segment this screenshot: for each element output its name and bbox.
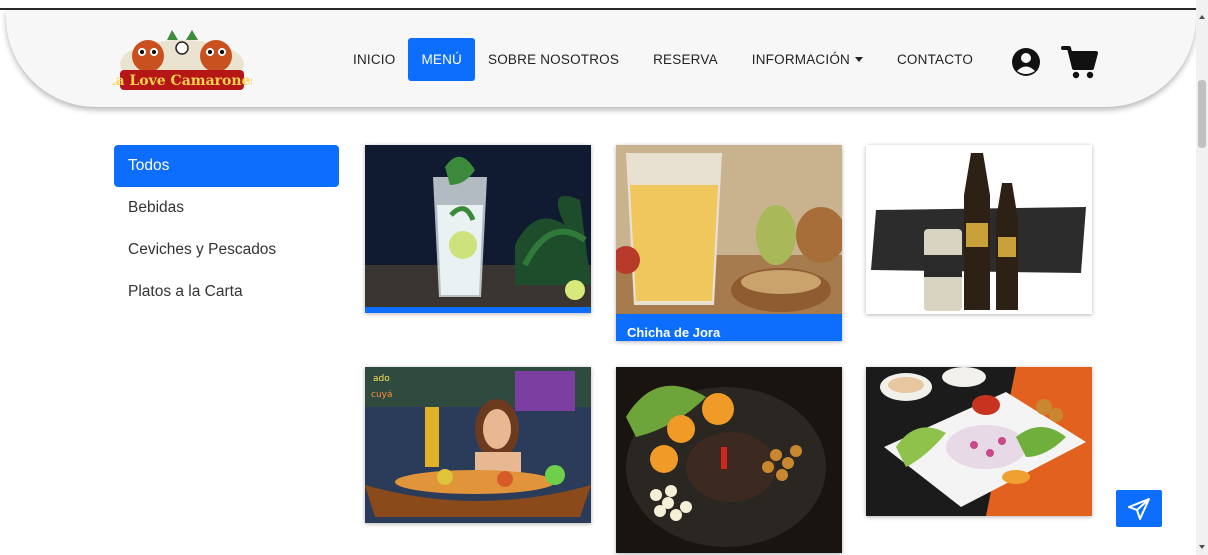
nav-informacion-dropdown[interactable]: INFORMACIÓN	[739, 38, 876, 81]
nav-sobre-nosotros[interactable]: SOBRE NOSOTROS	[475, 38, 632, 81]
category-label: Platos a la Carta	[128, 283, 243, 300]
category-bebidas[interactable]: Bebidas	[114, 187, 339, 229]
product-image	[616, 145, 842, 314]
scroll-down-arrow-icon[interactable]	[1196, 542, 1208, 552]
shopping-cart-icon[interactable]	[1061, 44, 1099, 80]
logo-text: La Love Camarones	[112, 73, 252, 89]
scroll-up-arrow-icon[interactable]	[1196, 12, 1208, 22]
restaurant-logo[interactable]: La Love Camarones	[112, 28, 252, 98]
nav-contacto[interactable]: CONTACTO	[884, 38, 986, 81]
product-card-dish-corn[interactable]	[616, 367, 842, 553]
nav-reserva[interactable]: RESERVA	[640, 38, 731, 81]
product-image: ado cuyá	[365, 367, 591, 523]
nav-inicio[interactable]: INICIO	[340, 38, 408, 81]
product-card-boat-platter[interactable]: ado cuyá	[365, 367, 591, 523]
page-scrollbar[interactable]	[1196, 0, 1208, 555]
nav-label: RESERVA	[653, 51, 718, 67]
product-card-cusquena[interactable]	[866, 145, 1092, 314]
category-platos-carta[interactable]: Platos a la Carta	[114, 271, 339, 313]
main-nav: INICIO MENÚ SOBRE NOSOTROS RESERVA INFOR…	[340, 37, 986, 81]
svg-text:cuyá: cuyá	[371, 390, 393, 400]
category-sidebar: Todos Bebidas Ceviches y Pescados Platos…	[114, 145, 339, 313]
card-accent-bar	[365, 307, 591, 313]
product-image	[866, 367, 1092, 516]
product-image	[616, 367, 842, 553]
category-ceviches-pescados[interactable]: Ceviches y Pescados	[114, 229, 339, 271]
paper-plane-icon	[1128, 497, 1150, 520]
nav-label: INICIO	[353, 51, 396, 67]
nav-menu[interactable]: MENÚ	[408, 37, 476, 81]
send-message-button[interactable]	[1116, 490, 1162, 527]
nav-label: MENÚ	[421, 51, 463, 67]
product-image	[866, 145, 1092, 314]
scrollbar-thumb[interactable]	[1198, 80, 1206, 148]
category-label: Ceviches y Pescados	[128, 241, 277, 258]
category-label: Todos	[128, 157, 170, 174]
category-label: Bebidas	[128, 199, 185, 216]
product-card-ceviche[interactable]	[866, 367, 1092, 516]
nav-label: SOBRE NOSOTROS	[488, 51, 620, 67]
nav-label: CONTACTO	[896, 51, 974, 67]
nav-label: INFORMACIÓN	[751, 51, 850, 67]
category-todos[interactable]: Todos	[114, 145, 339, 187]
product-card-mojito[interactable]	[365, 145, 591, 313]
caret-down-icon	[854, 56, 863, 62]
product-image	[365, 145, 591, 307]
user-circle-icon[interactable]	[1011, 47, 1041, 77]
product-title: Chicha de Jora	[616, 314, 842, 341]
svg-text:ado: ado	[373, 374, 390, 384]
product-card-chicha-de-jora[interactable]: Chicha de Jora	[616, 145, 842, 341]
site-header: La Love Camarones INICIO MENÚ SOBRE NOSO…	[6, 10, 1196, 107]
